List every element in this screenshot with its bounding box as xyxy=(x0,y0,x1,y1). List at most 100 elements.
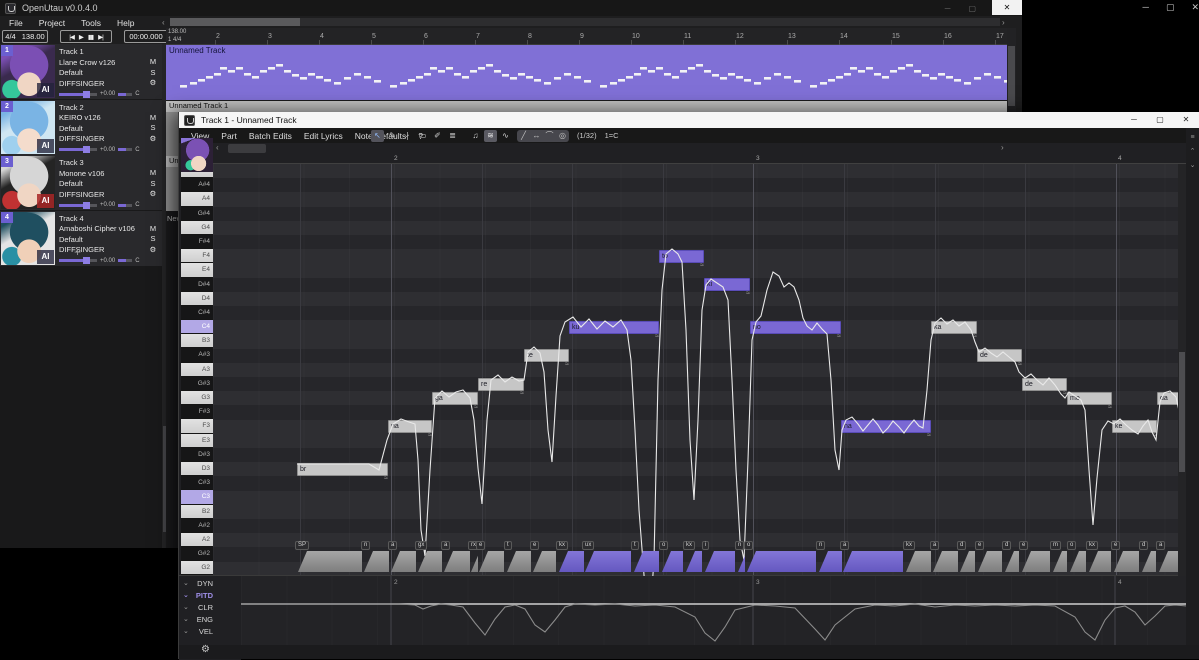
expression-dyn[interactable]: ⌄DYN xyxy=(179,579,241,591)
phoneme-bar-o[interactable] xyxy=(747,551,816,572)
main-titlebar[interactable]: OpenUtau v0.0.4.0 ─ ▢ xyxy=(0,0,1022,16)
chevron-down-icon[interactable]: ⌄ xyxy=(183,603,189,611)
phoneme-bar-o[interactable] xyxy=(662,551,683,572)
piano-key-As3[interactable]: A#3 xyxy=(181,348,213,362)
piano-key-C3[interactable]: C3 xyxy=(181,490,213,504)
tempo-value[interactable]: 138.00 xyxy=(22,32,45,41)
track-gear-icon[interactable]: ⚙ xyxy=(148,245,158,256)
phoneme-label-a[interactable]: a xyxy=(388,541,397,550)
arrangement-signature[interactable]: 1 4/4 xyxy=(168,37,181,43)
phoneme-bar-o[interactable] xyxy=(1070,551,1086,572)
track-card-2[interactable]: 2AITrack 2KEIRO v126DefaultDIFFSINGERMS⚙… xyxy=(0,100,162,155)
pan-slider[interactable] xyxy=(118,93,132,96)
phoneme-label-e[interactable]: e xyxy=(975,541,984,550)
phoneme-label-a[interactable]: a xyxy=(441,541,450,550)
piano-key-Fs4[interactable]: F#4 xyxy=(181,235,213,249)
chevron-down-icon[interactable]: ⌄ xyxy=(183,627,189,635)
piano-key-Fs3[interactable]: F#3 xyxy=(181,405,213,419)
phoneme-label-d[interactable]: d xyxy=(1139,541,1148,550)
track-gear-icon[interactable]: ⚙ xyxy=(148,78,158,89)
piano-key-Cs4[interactable]: C#4 xyxy=(181,306,213,320)
phoneme-bar-e[interactable] xyxy=(533,551,556,572)
pan-slider[interactable] xyxy=(118,259,132,262)
phoneme-bar-ux[interactable] xyxy=(585,551,631,572)
mute-button[interactable]: M xyxy=(148,57,158,68)
hscroll-right-arrow[interactable]: › xyxy=(1002,18,1005,27)
phonemizer-label[interactable]: Default xyxy=(59,179,159,190)
phoneme-label-o[interactable]: o xyxy=(1067,541,1076,550)
phoneme-label-n[interactable]: n xyxy=(735,541,744,550)
track-gear-icon[interactable]: ⚙ xyxy=(148,189,158,200)
phoneme-bar-a[interactable] xyxy=(843,551,903,572)
main-horizontal-scrollbar[interactable] xyxy=(170,18,1000,26)
bg-close-button[interactable]: ✕ xyxy=(1191,2,1199,13)
piano-key-D3[interactable]: D3 xyxy=(181,462,213,476)
phoneme-label-n[interactable]: n xyxy=(816,541,825,550)
phoneme-label-t[interactable]: t xyxy=(631,541,639,550)
piano-key-A4[interactable]: A4 xyxy=(181,192,213,206)
phoneme-bar-t[interactable] xyxy=(507,551,531,572)
phoneme-label-d[interactable]: d xyxy=(957,541,966,550)
volume-thumb[interactable] xyxy=(83,91,90,98)
volume-thumb[interactable] xyxy=(83,202,90,209)
arrangement-scroll-thumb[interactable] xyxy=(1008,46,1015,106)
phoneme-bar-a[interactable] xyxy=(444,551,470,572)
phoneme-label-SP[interactable]: SP xyxy=(295,541,309,550)
phoneme-bar-d[interactable] xyxy=(1005,551,1019,572)
piano-key-Ds4[interactable]: D#4 xyxy=(181,278,213,292)
piano-key-F3[interactable]: F3 xyxy=(181,419,213,433)
piano-key-D4[interactable]: D4 xyxy=(181,292,213,306)
solo-button[interactable]: S xyxy=(148,234,158,245)
piano-key-As4[interactable]: A#4 xyxy=(181,178,213,192)
phonemizer-label[interactable]: Default xyxy=(59,68,159,79)
piano-key-Gs2[interactable]: G#2 xyxy=(181,547,213,561)
renderer-label[interactable]: DIFFSINGER xyxy=(59,134,159,145)
phoneme-label-e[interactable]: e xyxy=(1111,541,1120,550)
piano-key-C4[interactable]: C4 xyxy=(181,320,213,334)
phoneme-bar-e[interactable] xyxy=(978,551,1002,572)
piano-key-Cs3[interactable]: C#3 xyxy=(181,476,213,490)
solo-button[interactable]: S xyxy=(148,179,158,190)
menu-tools[interactable]: Tools xyxy=(81,18,101,28)
phoneme-bar-n[interactable] xyxy=(738,551,745,572)
phoneme-label-i[interactable]: i xyxy=(702,541,709,550)
menu-project[interactable]: Project xyxy=(39,18,65,28)
phoneme-bar-m[interactable] xyxy=(1053,551,1067,572)
phoneme-label-d[interactable]: d xyxy=(1002,541,1011,550)
phoneme-bar-d[interactable] xyxy=(1142,551,1156,572)
phoneme-label-o[interactable]: o xyxy=(744,541,753,550)
expression-vel[interactable]: ⌄VEL xyxy=(179,627,241,639)
singer-name[interactable]: Monone v106 xyxy=(59,169,159,180)
piano-key-As2[interactable]: A#2 xyxy=(181,519,213,533)
hscroll-thumb[interactable] xyxy=(170,18,300,26)
piano-key-G3[interactable]: G3 xyxy=(181,391,213,405)
phoneme-label-e[interactable]: e xyxy=(530,541,539,550)
add-track-button[interactable]: + xyxy=(74,245,81,259)
phoneme-label-kx[interactable]: kx xyxy=(1086,541,1098,550)
singer-name[interactable]: Amaboshi Cipher v106 xyxy=(59,224,159,235)
volume-slider[interactable] xyxy=(59,259,97,262)
phoneme-bar-n[interactable] xyxy=(819,551,842,572)
piano-key-E3[interactable]: E3 xyxy=(181,434,213,448)
phoneme-label-kx[interactable]: kx xyxy=(903,541,915,550)
piano-key-Gs4[interactable]: G#4 xyxy=(181,207,213,221)
phoneme-bar-n[interactable] xyxy=(364,551,389,572)
pan-slider[interactable] xyxy=(118,148,132,151)
phonemizer-label[interactable]: Default xyxy=(59,124,159,135)
singer-avatar[interactable] xyxy=(181,138,213,172)
phoneme-label-e[interactable]: e xyxy=(1019,541,1028,550)
renderer-label[interactable]: DIFFSINGER xyxy=(59,79,159,90)
phoneme-label-t[interactable]: t xyxy=(504,541,512,550)
renderer-label[interactable]: DIFFSINGER xyxy=(59,190,159,201)
hscroll-left-arrow[interactable]: ‹ xyxy=(162,18,165,27)
phoneme-label-gx[interactable]: gx xyxy=(415,541,427,550)
phoneme-bar-e[interactable] xyxy=(1114,551,1139,572)
chevron-down-icon[interactable]: ⌄ xyxy=(183,615,189,623)
piano-key-Ds3[interactable]: D#3 xyxy=(181,448,213,462)
phoneme-label-a[interactable]: a xyxy=(930,541,939,550)
expression-eng[interactable]: ⌄ENG xyxy=(179,615,241,627)
phoneme-bar-a[interactable] xyxy=(933,551,958,572)
phoneme-bar-SP[interactable] xyxy=(298,551,362,572)
phoneme-bar-t[interactable] xyxy=(634,551,659,572)
tempo-signature-box[interactable]: 4/4 138.00 xyxy=(2,30,48,43)
